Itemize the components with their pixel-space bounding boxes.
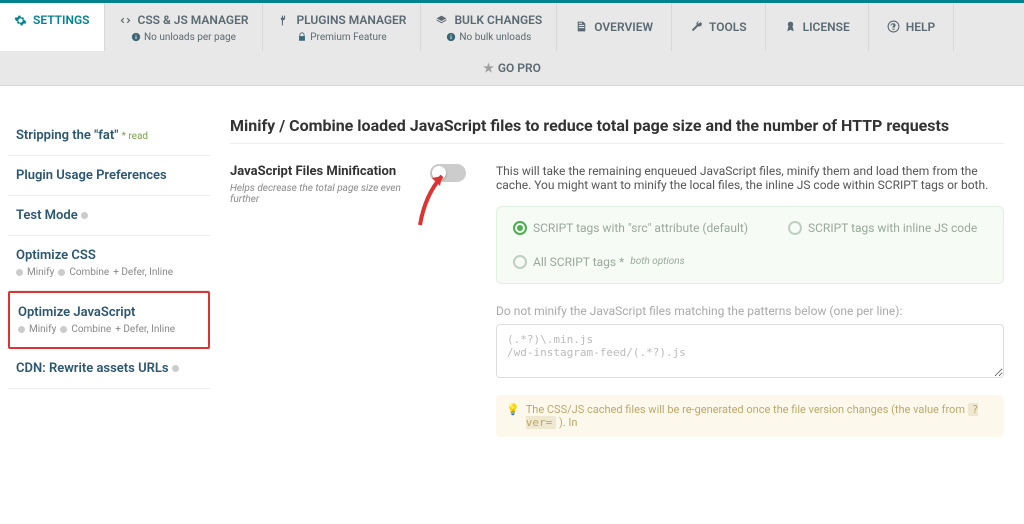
option-all-tags[interactable]: All SCRIPT tags * both options	[513, 255, 987, 269]
wrench-icon	[690, 20, 703, 33]
page-heading: Minify / Combine loaded JavaScript files…	[230, 116, 1004, 144]
tab-plugins-manager[interactable]: PLUGINS MANAGER Premium Feature	[263, 3, 421, 51]
setting-help: Helps decrease the total page size even …	[230, 183, 410, 205]
main-content: Stripping the "fat" * read Plugin Usage …	[0, 116, 1024, 437]
stack-icon	[435, 14, 448, 27]
status-dot	[58, 269, 65, 276]
sidebar-item-optimize-css[interactable]: Optimize CSS Minify Combine + Defer, Inl…	[8, 236, 210, 291]
lock-icon	[297, 32, 307, 42]
regeneration-note: 💡 The CSS/JS cached files will be re-gen…	[496, 395, 1004, 437]
gear-icon	[14, 14, 27, 27]
status-dot	[81, 212, 88, 219]
setting-js-minification: JavaScript Files Minification Helps decr…	[230, 164, 1004, 437]
ribbon-icon	[784, 20, 797, 33]
tab-license[interactable]: LICENSE	[766, 3, 869, 51]
bulb-icon: 💡	[506, 403, 520, 429]
plug-icon	[277, 14, 290, 27]
tab-bulk-changes[interactable]: BULK CHANGES No bulk unloads	[421, 3, 557, 51]
radio-selected	[513, 221, 527, 235]
sidebar-item-cdn[interactable]: CDN: Rewrite assets URLs	[8, 349, 210, 389]
exclude-label: Do not minify the JavaScript files match…	[496, 304, 1004, 318]
document-icon	[575, 20, 588, 33]
sidebar-item-optimize-js[interactable]: Optimize JavaScript Minify Combine + Def…	[8, 291, 210, 349]
toggle-js-minification[interactable]	[430, 164, 466, 182]
status-dot	[18, 326, 25, 333]
option-inline-tags[interactable]: SCRIPT tags with inline JS code	[788, 221, 977, 235]
tab-help[interactable]: HELP	[869, 3, 954, 51]
tab-settings[interactable]: SETTINGS	[0, 3, 105, 51]
tab-css-js-manager[interactable]: CSS & JS MANAGER No unloads per page	[105, 3, 264, 51]
options-box: SCRIPT tags with "src" attribute (defaul…	[496, 206, 1004, 284]
content-panel: Minify / Combine loaded JavaScript files…	[210, 116, 1024, 437]
radio	[788, 221, 802, 235]
setting-description: This will take the remaining enqueued Ja…	[496, 164, 1004, 192]
info-icon	[131, 32, 141, 42]
star-icon: ★	[483, 61, 494, 75]
go-pro-row[interactable]: ★GO PRO	[0, 51, 1024, 86]
exclude-textarea[interactable]	[496, 324, 1004, 378]
top-tabs: SETTINGS CSS & JS MANAGER No unloads per…	[0, 0, 1024, 51]
sidebar-item-test-mode[interactable]: Test Mode	[8, 196, 210, 236]
tab-tools[interactable]: TOOLS	[672, 3, 766, 51]
setting-label: JavaScript Files Minification	[230, 164, 410, 179]
option-src-tags[interactable]: SCRIPT tags with "src" attribute (defaul…	[513, 221, 748, 235]
tab-overview[interactable]: OVERVIEW	[557, 3, 672, 51]
status-dot	[172, 365, 179, 372]
code-icon	[119, 14, 132, 27]
sidebar-item-plugin-prefs[interactable]: Plugin Usage Preferences	[8, 156, 210, 196]
help-icon	[887, 20, 900, 33]
info-icon	[446, 32, 456, 42]
sidebar-item-stripping[interactable]: Stripping the "fat" * read	[8, 116, 210, 156]
status-dot	[60, 326, 67, 333]
sidebar: Stripping the "fat" * read Plugin Usage …	[0, 116, 210, 437]
status-dot	[16, 269, 23, 276]
radio	[513, 255, 527, 269]
